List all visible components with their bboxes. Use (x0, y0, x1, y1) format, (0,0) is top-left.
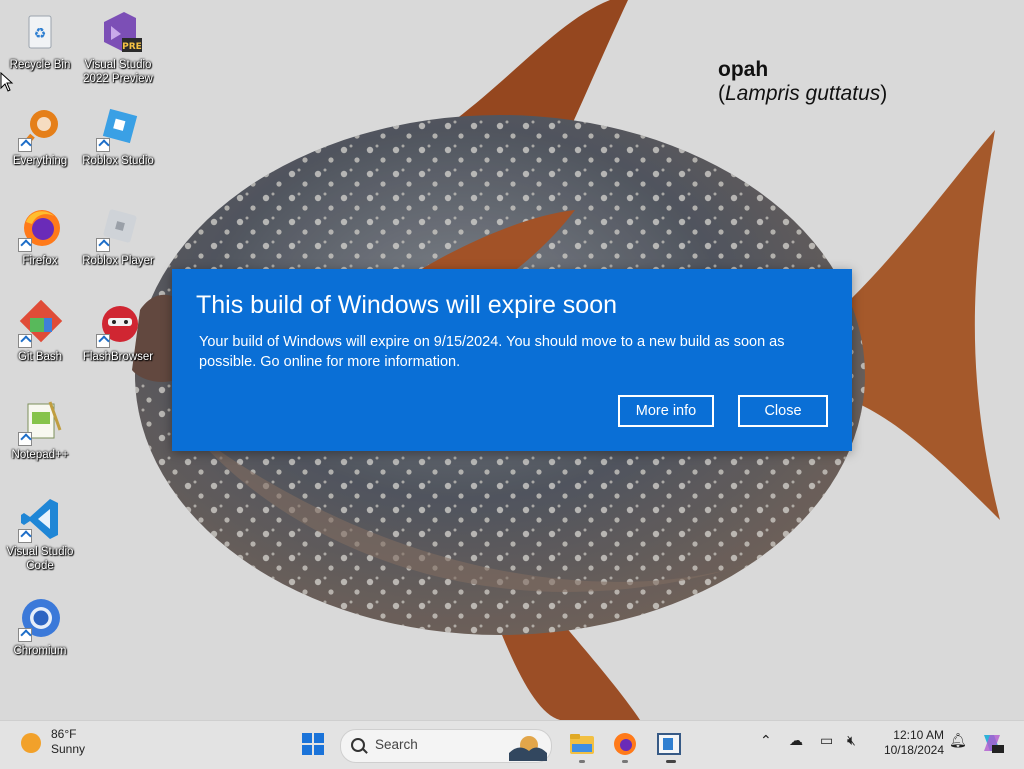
fish-common-name: opah (718, 58, 769, 81)
clock-time: 12:10 AM (893, 728, 944, 742)
file-explorer-button[interactable] (569, 732, 595, 756)
weather-condition: Sunny (51, 742, 86, 756)
shortcut-arrow-icon (96, 334, 110, 348)
desktop-icon-firefox[interactable]: Firefox (1, 204, 79, 268)
recycle-bin-icon: ♻ (16, 8, 64, 56)
desktop-icon-visual-studio-preview[interactable]: PRE Visual Studio 2022 Preview (79, 8, 157, 86)
chromium-icon (16, 594, 64, 642)
search-highlight-icon (509, 736, 547, 761)
vscode-icon (16, 495, 64, 543)
shortcut-arrow-icon (96, 238, 110, 252)
taskbar-clock[interactable]: 12:10 AM 10/18/2024 (872, 728, 944, 758)
show-hidden-icons-chevron-icon[interactable]: ⌃ (760, 733, 772, 749)
start-button[interactable] (302, 733, 324, 755)
desktop-icon-notepad-plus-plus[interactable]: Notepad++ (1, 398, 79, 462)
desktop-icon-recycle-bin[interactable]: ♻ Recycle Bin (1, 8, 79, 72)
desktop-icon-roblox-studio[interactable]: Roblox Studio (79, 104, 157, 168)
weather-sun-icon[interactable] (21, 733, 41, 753)
firefox-taskbar-button[interactable] (613, 732, 637, 756)
shortcut-arrow-icon (96, 138, 110, 152)
mouse-cursor-icon (0, 72, 14, 92)
windows-expiry-dialog: This build of Windows will expire soon Y… (172, 269, 852, 451)
everything-search-icon (16, 104, 64, 152)
flashbrowser-icon (94, 300, 142, 348)
roblox-studio-icon (94, 104, 142, 152)
onedrive-offline-icon[interactable]: ☁ (789, 733, 803, 749)
taskbar-search-box[interactable]: Search (340, 729, 552, 763)
close-button[interactable]: Close (738, 395, 828, 427)
notepad-plus-plus-icon (16, 398, 64, 446)
desktop-icon-vscode[interactable]: Visual Studio Code (1, 495, 79, 573)
copilot-preview-button[interactable] (980, 731, 1004, 755)
search-icon (351, 738, 365, 752)
svg-text:PRE: PRE (122, 42, 142, 52)
firefox-running-indicator (622, 760, 628, 763)
firefox-icon (614, 733, 636, 755)
desktop-icon-flashbrowser[interactable]: FlashBrowser (79, 300, 157, 364)
shortcut-arrow-icon (18, 138, 32, 152)
desktop-icon-everything[interactable]: Everything (1, 104, 79, 168)
weather-widget[interactable]: 86°F Sunny (51, 727, 85, 757)
shortcut-arrow-icon (18, 238, 32, 252)
network-icon[interactable]: ▭ (820, 733, 833, 749)
shortcut-arrow-icon (18, 529, 32, 543)
task-manager-running-indicator (666, 760, 676, 763)
fish-scientific-name: (Lampris guttatus) (718, 82, 888, 105)
desktop-icon-roblox-player[interactable]: Roblox Player (79, 204, 157, 268)
weather-temperature: 86°F (51, 727, 77, 741)
windows-logo-icon (302, 733, 324, 755)
dialog-title: This build of Windows will expire soon (196, 291, 618, 319)
desktop-icon-chromium[interactable]: Chromium (1, 594, 79, 658)
clock-date: 10/18/2024 (883, 743, 944, 757)
more-info-button[interactable]: More info (618, 395, 714, 427)
firefox-icon (16, 204, 64, 252)
file-explorer-icon (570, 734, 594, 754)
notification-bell-icon[interactable]: 🔔︎ (949, 733, 967, 749)
search-placeholder: Search (375, 737, 418, 752)
file-explorer-running-indicator (579, 760, 585, 763)
wallpaper-caption: opah (Lampris guttatus) (718, 58, 887, 106)
task-manager-icon (657, 733, 681, 755)
svg-text:♻: ♻ (34, 26, 47, 42)
task-manager-button[interactable] (657, 733, 681, 755)
dialog-message: Your build of Windows will expire on 9/1… (199, 334, 785, 370)
volume-muted-icon[interactable]: 🔇︎ (847, 733, 856, 749)
desktop-icon-git-bash[interactable]: Git Bash (1, 299, 79, 364)
shortcut-arrow-icon (18, 432, 32, 446)
shortcut-arrow-icon (18, 334, 32, 348)
shortcut-arrow-icon (18, 628, 32, 642)
visual-studio-preview-icon: PRE (94, 8, 142, 56)
copilot-icon (984, 735, 1004, 753)
git-bash-icon (16, 299, 64, 348)
roblox-player-icon (94, 204, 142, 252)
